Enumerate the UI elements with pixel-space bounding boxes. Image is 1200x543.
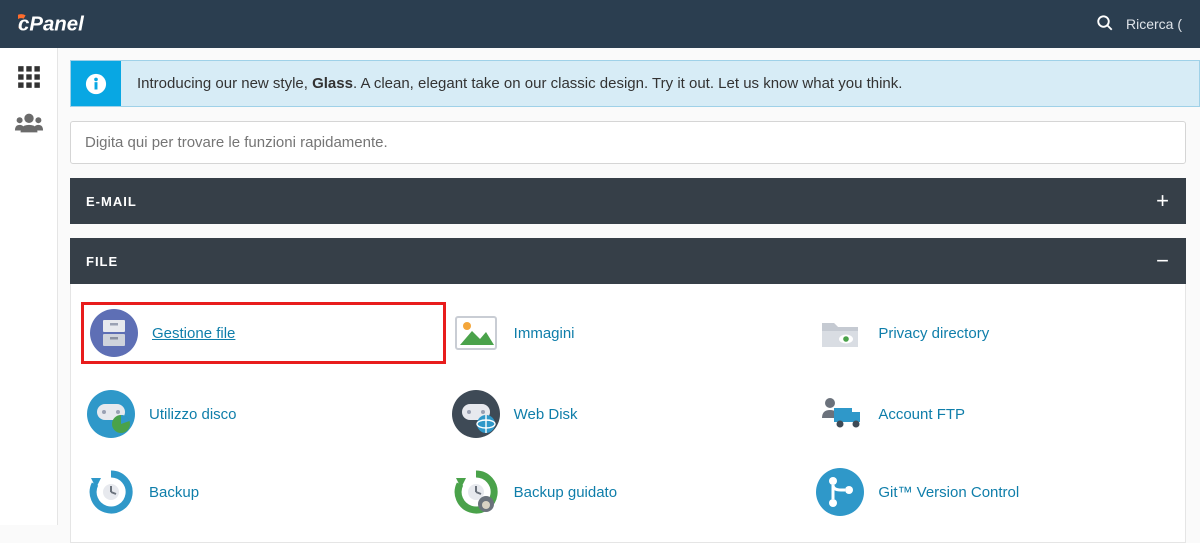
restore-wizard-icon bbox=[452, 468, 500, 516]
git-branch-icon bbox=[816, 468, 864, 516]
main-content: Introducing our new style, Glass. A clea… bbox=[58, 48, 1200, 525]
web-disk-icon bbox=[452, 390, 500, 438]
item-label: Git™ Version Control bbox=[878, 484, 1019, 501]
item-label: Backup bbox=[149, 484, 199, 501]
item-label: Privacy directory bbox=[878, 325, 989, 342]
collapse-icon: − bbox=[1156, 250, 1170, 272]
restore-icon bbox=[87, 468, 135, 516]
disk-pie-icon bbox=[87, 390, 135, 438]
images-item[interactable]: Immagini bbox=[446, 302, 811, 364]
section-title: E-MAIL bbox=[86, 194, 137, 209]
search-label[interactable]: Ricerca ( bbox=[1126, 16, 1182, 32]
logo[interactable]: cPanel bbox=[18, 11, 128, 37]
git-version-control-item[interactable]: Git™ Version Control bbox=[810, 464, 1175, 520]
section-title: FILE bbox=[86, 254, 118, 269]
item-label: Gestione file bbox=[152, 325, 235, 342]
search-icon[interactable] bbox=[1096, 14, 1114, 35]
item-label: Web Disk bbox=[514, 406, 578, 423]
backup-wizard-item[interactable]: Backup guidato bbox=[446, 464, 811, 520]
topbar: cPanel Ricerca ( bbox=[0, 0, 1200, 48]
file-manager-item[interactable]: Gestione file bbox=[81, 302, 446, 364]
folder-eye-icon bbox=[816, 309, 864, 357]
sidebar bbox=[0, 48, 58, 525]
privacy-directory-item[interactable]: Privacy directory bbox=[810, 302, 1175, 364]
truck-user-icon bbox=[816, 390, 864, 438]
item-label: Immagini bbox=[514, 325, 575, 342]
section-header-file[interactable]: FILE − bbox=[70, 238, 1186, 284]
disk-usage-item[interactable]: Utilizzo disco bbox=[81, 386, 446, 442]
intro-banner: Introducing our new style, Glass. A clea… bbox=[70, 60, 1200, 107]
banner-text: Introducing our new style, Glass. A clea… bbox=[121, 61, 918, 106]
apps-grid-icon[interactable] bbox=[14, 64, 44, 90]
item-label: Backup guidato bbox=[514, 484, 617, 501]
users-icon[interactable] bbox=[14, 110, 44, 136]
file-cabinet-icon bbox=[90, 309, 138, 357]
web-disk-item[interactable]: Web Disk bbox=[446, 386, 811, 442]
item-label: Utilizzo disco bbox=[149, 406, 237, 423]
expand-icon: + bbox=[1156, 190, 1170, 212]
item-label: Account FTP bbox=[878, 406, 965, 423]
backup-item[interactable]: Backup bbox=[81, 464, 446, 520]
quick-search-input[interactable] bbox=[70, 121, 1186, 164]
ftp-accounts-item[interactable]: Account FTP bbox=[810, 386, 1175, 442]
info-icon bbox=[71, 61, 121, 106]
section-header-email[interactable]: E-MAIL + bbox=[70, 178, 1186, 224]
image-icon bbox=[452, 309, 500, 357]
svg-text:cPanel: cPanel bbox=[18, 13, 85, 35]
section-body-file: Gestione file Immagini bbox=[70, 284, 1186, 543]
